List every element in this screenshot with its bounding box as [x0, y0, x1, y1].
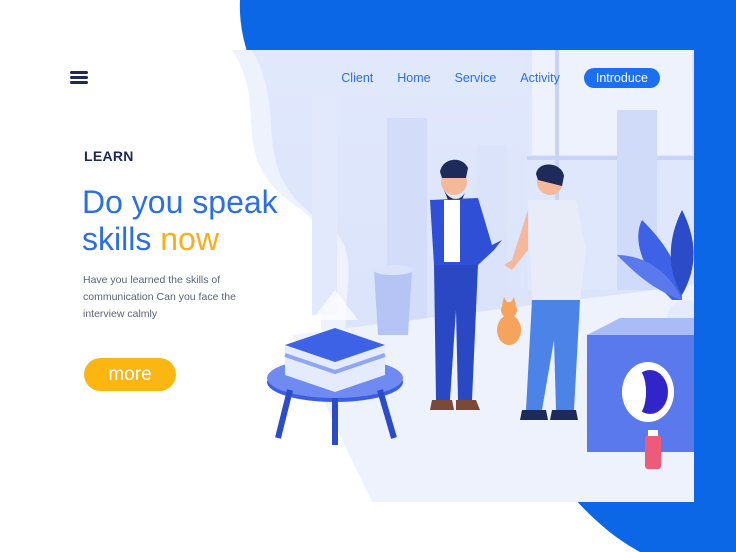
nav-item-introduce[interactable]: Introduce [583, 68, 660, 88]
menu-icon[interactable] [70, 71, 88, 85]
more-button[interactable]: more [84, 358, 176, 391]
top-nav: Client Home Service Activity Introduce [317, 68, 660, 88]
headline-line-2-prefix: skills [82, 221, 161, 257]
nav-item-client[interactable]: Client [341, 68, 373, 88]
nav-item-activity[interactable]: Activity [520, 68, 560, 88]
section-eyebrow: LEARN [84, 148, 134, 164]
nav-item-service[interactable]: Service [455, 68, 497, 88]
headline-accent: now [160, 221, 219, 257]
hero-headline: Do you speak skills now [82, 184, 278, 258]
nav-item-home[interactable]: Home [397, 68, 430, 88]
content-card: Client Home Service Activity Introduce L… [42, 50, 694, 502]
headline-line-1: Do you speak [82, 184, 278, 220]
hero-description: Have you learned the skills of communica… [83, 274, 236, 320]
